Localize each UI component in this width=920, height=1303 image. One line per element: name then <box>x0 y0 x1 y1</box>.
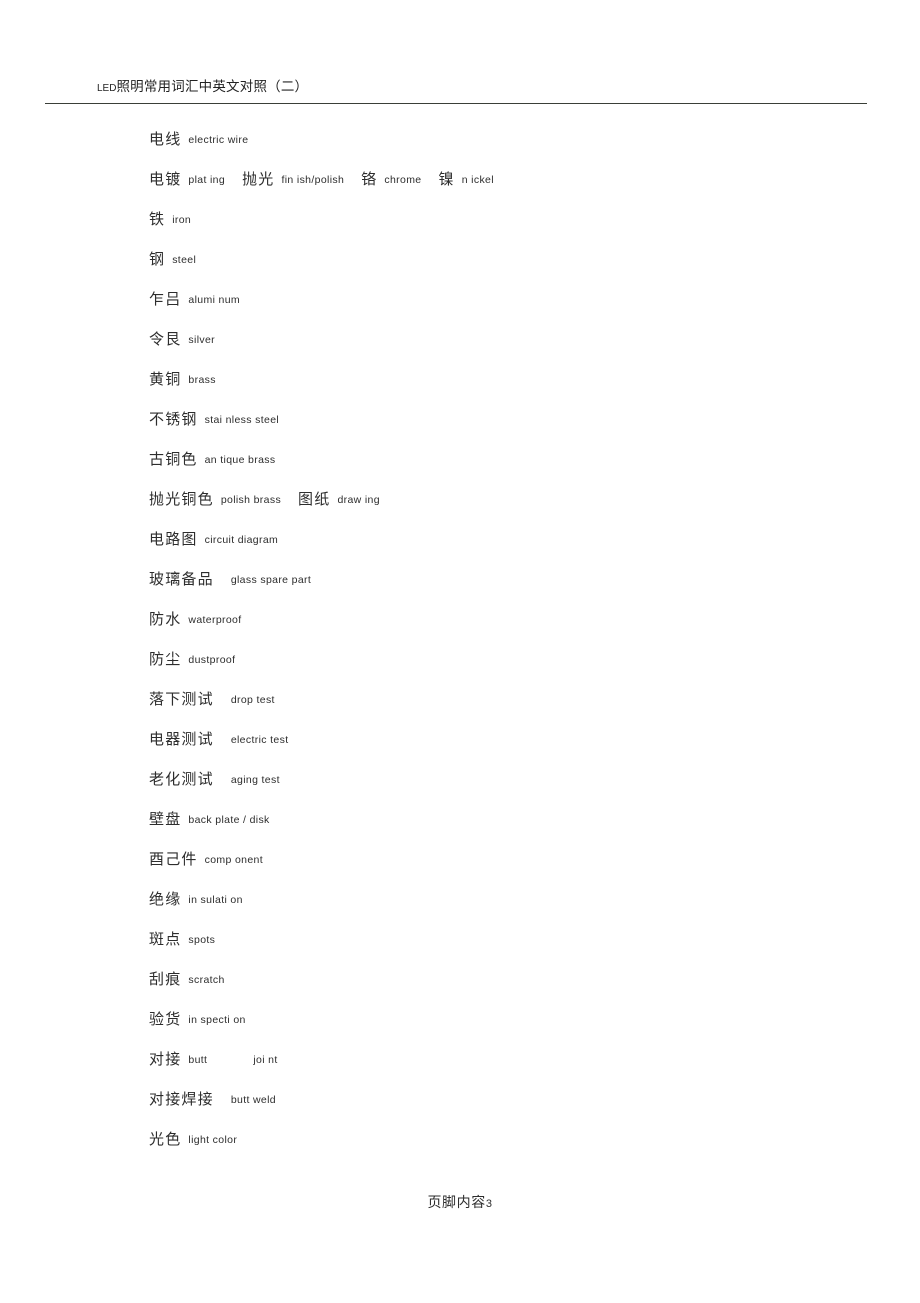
entry-term-cjk: 电器测试 <box>149 732 214 748</box>
entry-term-english: chrome <box>384 174 422 186</box>
entry-term-english: waterproof <box>188 614 242 626</box>
glossary-entry: 酉己件 comp onent <box>0 848 920 888</box>
entry-term-english: plat ing <box>188 174 226 186</box>
entry-term-english: steel <box>172 254 197 266</box>
entry-term-cjk: 对接焊接 <box>149 1092 214 1108</box>
entry-term-english: an tique brass <box>204 454 276 466</box>
entry-term-english: dustproof <box>188 654 236 666</box>
entry-term-cjk: 黄铜 <box>149 372 182 388</box>
entry-term-cjk: 光色 <box>149 1132 182 1148</box>
footer-label: 页脚内容 <box>427 1196 486 1211</box>
entry-term-english: butt <box>188 1054 208 1066</box>
entry-term-english: glass spare part <box>230 574 312 586</box>
entry-term-english: alumi num <box>188 294 240 306</box>
entry-term-english: aging test <box>230 774 280 786</box>
entry-term-cjk: 对接 <box>149 1052 182 1068</box>
glossary-entry: 对接 butt joi nt <box>0 1048 920 1088</box>
entry-term-english: butt weld <box>230 1094 276 1106</box>
entry-term-english: spots <box>188 934 216 946</box>
page-footer: 页脚内容3 <box>0 1192 920 1212</box>
glossary-entry: 电器测试 electric test <box>0 728 920 768</box>
entry-term-english: electric test <box>230 734 289 746</box>
entry-term-cjk: 不锈钢 <box>149 412 198 428</box>
entry-term-cjk: 防尘 <box>149 652 182 668</box>
entry-term-english: in specti on <box>188 1014 246 1026</box>
footer-page-number: 3 <box>485 1198 493 1210</box>
glossary-entry: 乍吕 alumi num <box>0 288 920 328</box>
entry-term-english: drop test <box>230 694 275 706</box>
glossary-entry-list: 电线 electric wire 电镀 plat ing 抛光 fin ish/polis… <box>0 128 920 1168</box>
entry-term-cjk: 防水 <box>149 612 182 628</box>
entry-term-cjk: 钢 <box>149 252 166 268</box>
entry-term-english: light color <box>188 1134 238 1146</box>
entry-term-english: back plate / disk <box>188 814 270 826</box>
entry-term-cjk: 玻璃备品 <box>149 572 214 588</box>
glossary-entry: 对接焊接 butt weld <box>0 1088 920 1128</box>
glossary-entry: 铁 iron <box>0 208 920 248</box>
entry-term-cjk: 刮痕 <box>149 972 182 988</box>
entry-term-english: electric wire <box>188 134 249 146</box>
glossary-entry: 玻璃备品 glass spare part <box>0 568 920 608</box>
entry-term-cjk: 古铜色 <box>149 452 198 468</box>
glossary-entry: 防水 waterproof <box>0 608 920 648</box>
glossary-entry: 落下测试 drop test <box>0 688 920 728</box>
header-divider-rule <box>45 103 867 104</box>
entry-term-cjk: 验货 <box>149 1012 182 1028</box>
entry-term-cjk: 抛光 <box>242 172 275 188</box>
entry-term-cjk: 落下测试 <box>149 692 214 708</box>
footer-text: 页脚内容3 <box>427 1196 492 1211</box>
entry-term-cjk: 乍吕 <box>149 292 182 308</box>
entry-term-cjk: 镍 <box>438 172 455 188</box>
entry-term-english: draw ing <box>337 494 380 506</box>
entry-term-cjk: 电线 <box>149 132 182 148</box>
glossary-entry: 绝缘 in sulati on <box>0 888 920 928</box>
document-page: LED照明常用词汇中英文对照（二） 电线 electric wire 电镀 plat … <box>0 0 920 1303</box>
glossary-entry: 老化测试 aging test <box>0 768 920 808</box>
entry-term-cjk: 酉己件 <box>149 852 198 868</box>
glossary-entry: 黄铜 brass <box>0 368 920 408</box>
entry-term-cjk: 斑点 <box>149 932 182 948</box>
glossary-entry: 电镀 plat ing 抛光 fin ish/polish 铬 chrome 镍 n icke… <box>0 168 920 208</box>
glossary-entry: 电线 electric wire <box>0 128 920 168</box>
entry-term-english: joi nt <box>253 1054 278 1066</box>
glossary-entry: 验货 in specti on <box>0 1008 920 1048</box>
header-title: LED照明常用词汇中英文对照（二） <box>97 78 308 98</box>
entry-term-cjk: 电路图 <box>149 532 198 548</box>
entry-term-english: stai nless steel <box>204 414 280 426</box>
entry-term-cjk: 老化测试 <box>149 772 214 788</box>
entry-term-english: polish brass <box>220 494 282 506</box>
page-header: LED照明常用词汇中英文对照（二） <box>0 78 920 108</box>
glossary-entry: 壁盘 back plate / disk <box>0 808 920 848</box>
entry-term-cjk: 壁盘 <box>149 812 182 828</box>
entry-term-cjk: 铬 <box>361 172 378 188</box>
glossary-entry: 防尘 dustproof <box>0 648 920 688</box>
entry-term-cjk: 令艮 <box>149 332 182 348</box>
entry-term-english: fin ish/polish <box>281 174 345 186</box>
entry-term-english: comp onent <box>204 854 263 866</box>
glossary-entry: 古铜色 an tique brass <box>0 448 920 488</box>
glossary-entry: 抛光铜色 polish brass 图纸 draw ing <box>0 488 920 528</box>
glossary-entry: 刮痕 scratch <box>0 968 920 1008</box>
header-title-cjk: 照明常用词汇中英文对照（二） <box>116 79 309 94</box>
entry-term-english: silver <box>188 334 216 346</box>
entry-term-english: circuit diagram <box>204 534 279 546</box>
glossary-entry: 钢 steel <box>0 248 920 288</box>
entry-term-english: in sulati on <box>188 894 243 906</box>
glossary-entry: 不锈钢 stai nless steel <box>0 408 920 448</box>
entry-term-english: iron <box>172 214 192 226</box>
glossary-entry: 斑点 spots <box>0 928 920 968</box>
entry-term-cjk: 电镀 <box>149 172 182 188</box>
header-title-latin: LED <box>97 83 117 94</box>
entry-term-cjk: 绝缘 <box>149 892 182 908</box>
glossary-entry: 令艮 silver <box>0 328 920 368</box>
entry-term-english: brass <box>188 374 216 386</box>
glossary-entry: 光色 light color <box>0 1128 920 1168</box>
entry-term-cjk: 抛光铜色 <box>149 492 214 508</box>
entry-term-english: n ickel <box>461 174 494 186</box>
entry-term-cjk: 铁 <box>149 212 166 228</box>
entry-term-english: scratch <box>188 974 225 986</box>
glossary-entry: 电路图 circuit diagram <box>0 528 920 568</box>
entry-term-cjk: 图纸 <box>298 492 331 508</box>
